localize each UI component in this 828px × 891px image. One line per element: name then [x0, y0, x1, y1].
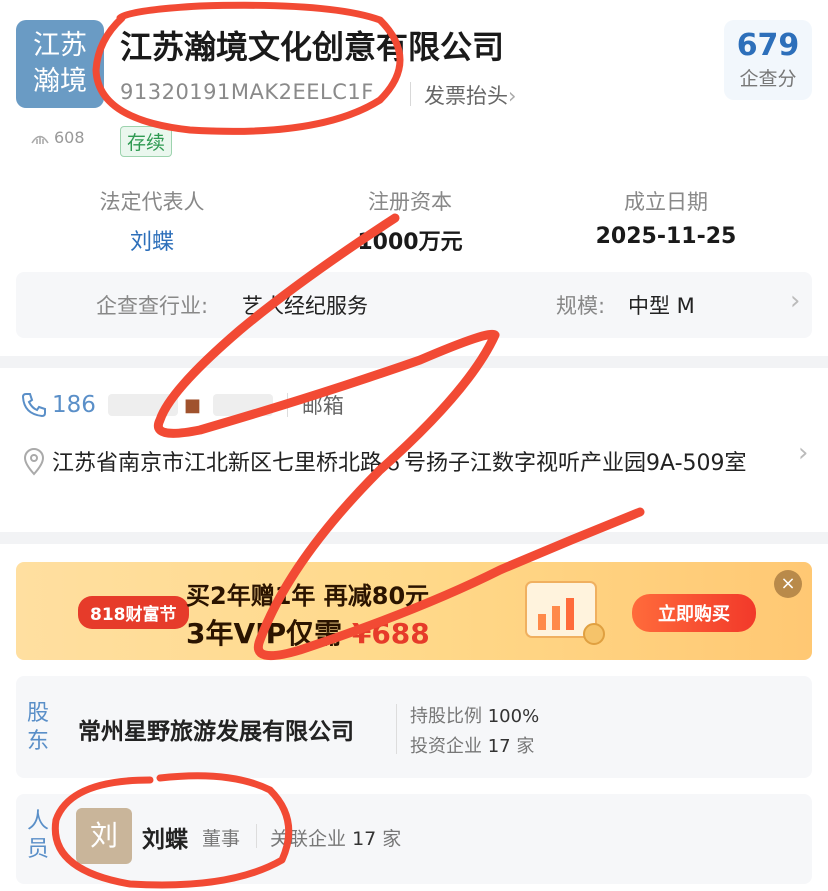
- promo-line-2: 3年VIP仅需 ¥688: [186, 612, 430, 652]
- section-char: 员: [26, 837, 49, 862]
- close-icon[interactable]: ×: [774, 570, 802, 598]
- section-divider: [0, 532, 828, 544]
- score-card[interactable]: 679 企查分: [724, 20, 812, 100]
- promo-line-1: 买2年赠1年 再减80元: [186, 582, 430, 610]
- section-char: 股: [26, 701, 49, 726]
- section-char: 人: [26, 809, 49, 834]
- divider: [256, 824, 257, 848]
- credit-code: 91320191MAK2EELC1F: [120, 80, 374, 104]
- lock-icon: ■: [183, 394, 201, 416]
- divider: [410, 82, 411, 106]
- shareholder-card[interactable]: 股 东 常州星野旅游发展有限公司 持股比例 100% 投资企业 17 家: [16, 676, 812, 778]
- person-role: 董事: [202, 828, 241, 850]
- logo-line-1: 江苏: [33, 30, 87, 61]
- capital: 注册资本 1000万元: [330, 186, 490, 256]
- phone-icon: [21, 393, 46, 418]
- avatar: 刘: [76, 808, 132, 864]
- related-companies: 关联企业 17 家: [270, 824, 401, 851]
- divider: [286, 393, 288, 417]
- chevron-right-icon: ›: [508, 84, 517, 108]
- views-icon: [31, 135, 49, 144]
- shareholder-section-label: 股 东: [24, 700, 52, 756]
- shareholding: 持股比例 100%: [410, 702, 539, 728]
- divider: [396, 704, 397, 754]
- scale-label: 规模:: [556, 294, 606, 318]
- related-unit: 家: [382, 828, 402, 850]
- section-divider: [0, 356, 828, 368]
- chevron-right-icon: ›: [798, 438, 809, 468]
- founded-value: 2025-11-25: [595, 224, 737, 249]
- promo-tag: 818财富节: [78, 596, 189, 629]
- phone-prefix: 186: [52, 392, 96, 418]
- shareholder-name[interactable]: 常州星野旅游发展有限公司: [78, 712, 354, 746]
- capital-value: 1000万元: [357, 230, 463, 255]
- phone-masked: [212, 394, 273, 416]
- chevron-right-icon: ›: [790, 286, 801, 316]
- buy-now-button[interactable]: 立即购买: [632, 594, 756, 632]
- invest-label: 投资企业: [410, 736, 482, 757]
- score-label: 企查分: [739, 68, 797, 90]
- related-value: 17: [352, 828, 377, 850]
- score-value: 679: [736, 28, 800, 63]
- legal-rep: 法定代表人 刘蝶: [72, 186, 232, 256]
- address[interactable]: 江苏省南京市江北新区七里桥北路６号扬子江数字视听产业园9A-509室: [52, 444, 772, 484]
- promo-price: ¥688: [351, 617, 430, 650]
- industry-value: 艺人经纪服务: [242, 294, 368, 318]
- promo-line-2-prefix: 3年VIP仅需: [186, 617, 343, 650]
- ratio-value: 100%: [487, 706, 540, 727]
- invoice-label: 发票抬头: [424, 84, 508, 108]
- investments: 投资企业 17 家: [410, 732, 534, 758]
- legal-rep-link[interactable]: 刘蝶: [72, 224, 232, 256]
- logo-line-2: 瀚境: [33, 66, 87, 97]
- invoice-link[interactable]: 发票抬头›: [424, 80, 516, 110]
- view-count: 608: [30, 128, 85, 147]
- invest-unit: 家: [516, 736, 535, 757]
- scale-value: 中型 M: [628, 294, 695, 318]
- person-name[interactable]: 刘蝶: [142, 820, 188, 854]
- industry-label: 企查查行业:: [96, 294, 209, 318]
- company-name: 江苏瀚境文化创意有限公司: [120, 28, 505, 66]
- location-icon: [23, 448, 45, 476]
- legal-rep-label: 法定代表人: [99, 190, 205, 214]
- personnel-card[interactable]: 人 员 刘 刘蝶 董事 关联企业 17 家: [16, 794, 812, 884]
- invest-value: 17: [487, 736, 511, 757]
- chart-illustration-icon: [525, 581, 605, 645]
- industry-row[interactable]: 企查查行业: 艺人经纪服务 规模: 中型 M ›: [16, 272, 812, 338]
- phone-row[interactable]: 186 ■ 邮箱: [20, 390, 344, 420]
- phone-masked: [107, 394, 178, 416]
- section-char: 东: [26, 729, 49, 754]
- related-label: 关联企业: [270, 828, 347, 850]
- status-badge: 存续: [120, 126, 173, 157]
- founded-label: 成立日期: [624, 190, 708, 214]
- personnel-section-label: 人 员: [24, 808, 52, 864]
- email-label[interactable]: 邮箱: [302, 390, 344, 420]
- promo-banner[interactable]: 818财富节 买2年赠1年 再减80元 3年VIP仅需 ¥688 立即购买 ×: [16, 562, 812, 660]
- views-value: 608: [54, 128, 85, 147]
- founded: 成立日期 2025-11-25: [566, 186, 766, 249]
- ratio-label: 持股比例: [410, 706, 482, 727]
- capital-label: 注册资本: [368, 190, 452, 214]
- company-logo: 江苏 瀚境: [16, 20, 104, 108]
